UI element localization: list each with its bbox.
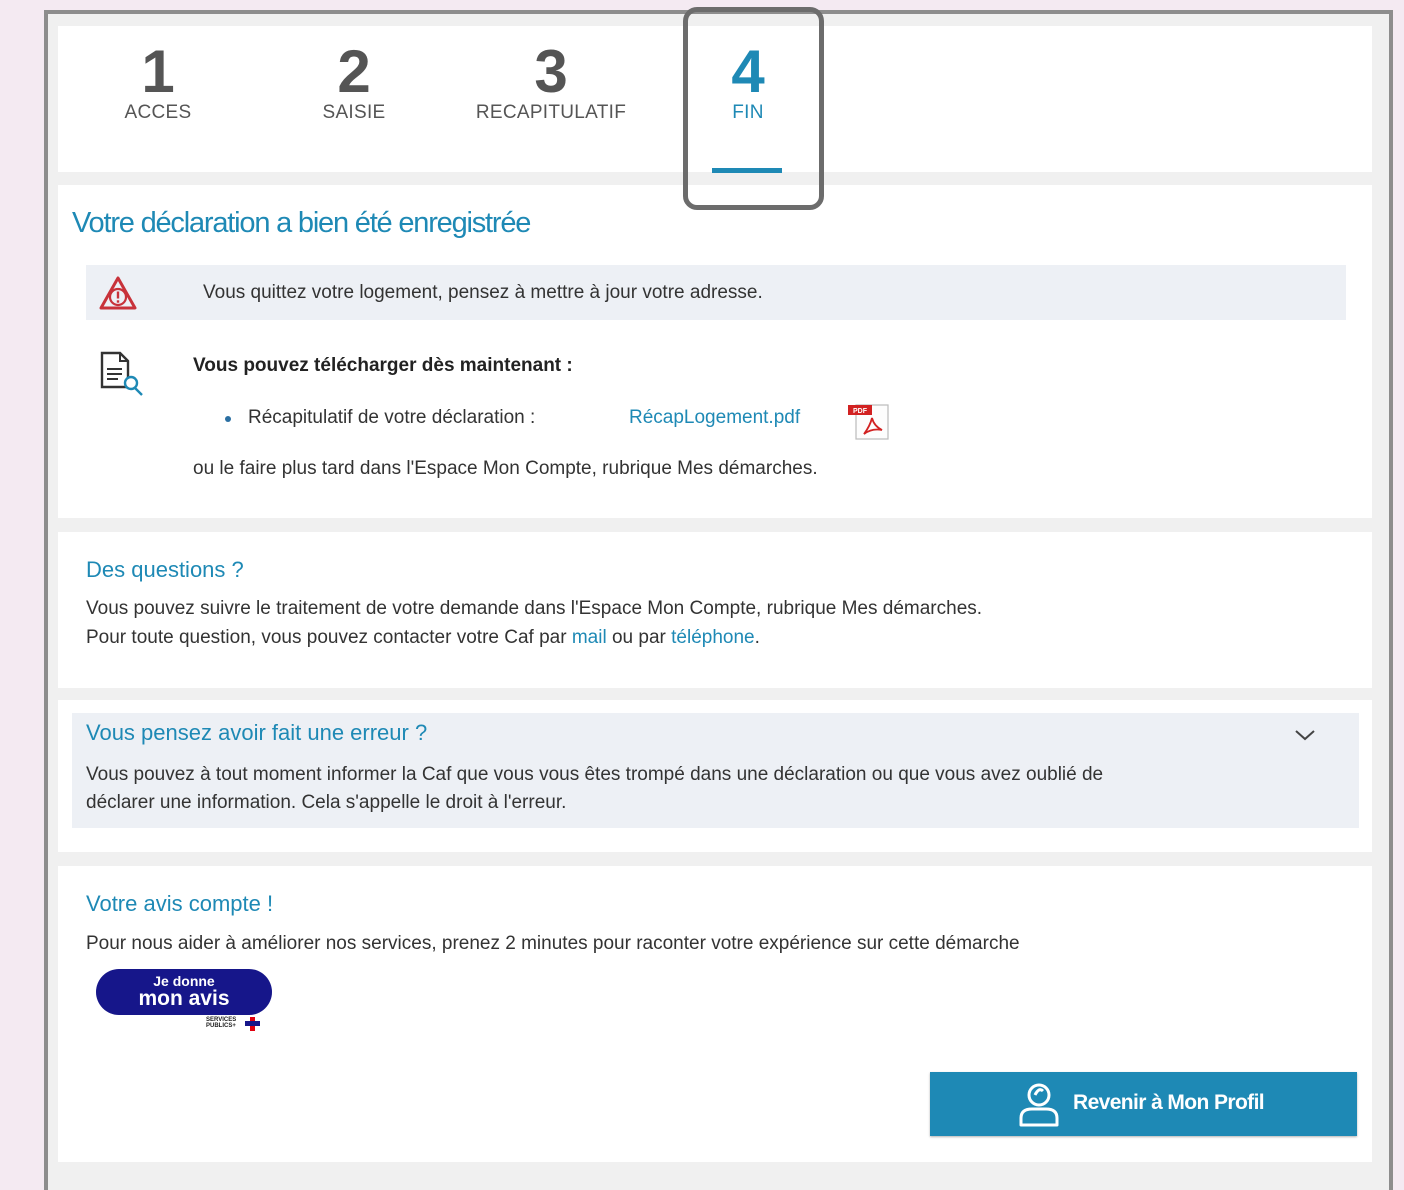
current-step-highlight (683, 7, 824, 210)
questions-title: Des questions ? (86, 557, 244, 582)
confirmation-panel: Votre déclaration a bien été enregistrée… (58, 185, 1372, 518)
badge-big-text: mon avis (138, 987, 230, 1010)
download-later-text: ou le faire plus tard dans l'Espace Mon … (193, 458, 818, 479)
step-number: 3 (534, 38, 568, 105)
questions-line-1: Vous pouvez suivre le traitement de votr… (86, 598, 983, 619)
questions-panel: Des questions ? Vous pouvez suivre le tr… (58, 532, 1372, 688)
return-to-profile-button[interactable]: Revenir à Mon Profil (930, 1072, 1357, 1136)
return-button-label: Revenir à Mon Profil (1073, 1091, 1265, 1114)
feedback-text: Pour nous aider à améliorer nos services… (86, 933, 1020, 954)
give-feedback-button[interactable]: Je donne mon avis (96, 969, 272, 1015)
badge-small-text: Je donne (153, 973, 215, 989)
step-number: 2 (337, 38, 371, 105)
user-icon (1019, 1083, 1059, 1127)
error-title[interactable]: Vous pensez avoir fait une erreur ? (86, 720, 427, 746)
logo-text: SERVICES PUBLICS+ (206, 1017, 237, 1029)
contact-suffix: . (754, 627, 760, 648)
error-line-2: déclarer une information. Cela s'appelle… (86, 792, 567, 813)
phone-link[interactable]: téléphone (671, 627, 754, 648)
document-search-icon (100, 351, 143, 396)
contact-middle: ou par (606, 627, 672, 648)
step-label: ACCES (124, 102, 192, 123)
feedback-title: Votre avis compte ! (86, 891, 274, 916)
download-title: Vous pouvez télécharger dès maintenant : (193, 355, 573, 376)
list-bullet (225, 416, 231, 422)
recap-pdf-link[interactable]: RécapLogement.pdf (629, 407, 800, 429)
pdf-file-icon[interactable]: PDF (846, 402, 890, 440)
mail-link[interactable]: mail (572, 627, 607, 648)
step-number: 1 (141, 38, 175, 105)
pdf-icon-text: PDF (853, 408, 868, 415)
contact-prefix: Pour toute question, vous pouvez contact… (86, 627, 572, 648)
step-label: RECAPITULATIF (475, 102, 627, 123)
warning-triangle-icon (99, 276, 137, 310)
step-label: SAISIE (322, 102, 386, 123)
page-title: Votre déclaration a bien été enregistrée (72, 207, 531, 239)
recap-label: Récapitulatif de votre déclaration : (248, 407, 536, 428)
address-alert: Vous quittez votre logement, pensez à me… (86, 265, 1346, 320)
error-panel: Vous pensez avoir fait une erreur ? Vous… (58, 700, 1372, 852)
services-publics-logo: SERVICES PUBLICS+ (206, 1016, 274, 1034)
feedback-panel: Votre avis compte ! Pour nous aider à am… (58, 866, 1372, 1162)
chevron-down-icon[interactable] (1293, 727, 1317, 743)
error-accordion[interactable]: Vous pensez avoir fait une erreur ? Vous… (72, 713, 1359, 828)
questions-line-2: Pour toute question, vous pouvez contact… (86, 623, 760, 652)
error-line-1: Vous pouvez à tout moment informer la Ca… (86, 764, 1104, 785)
alert-text: Vous quittez votre logement, pensez à me… (203, 282, 763, 303)
plus-logo-icon (245, 1017, 260, 1031)
